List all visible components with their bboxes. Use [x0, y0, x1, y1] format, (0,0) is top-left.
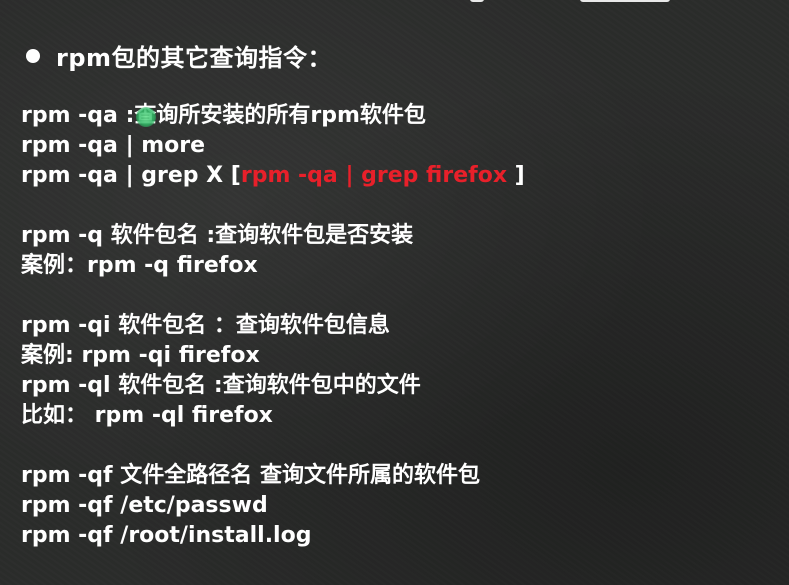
- line-rpm-qa-grep: rpm -qa | grep X [rpm -qa | grep firefox…: [21, 162, 525, 190]
- grep-example-highlight: rpm -qa | grep firefox: [240, 163, 508, 188]
- heading-row: rpm包的其它查询指令：: [26, 38, 332, 73]
- line-rpm-ql: rpm -ql 软件包名 :查询软件包中的文件: [21, 373, 421, 398]
- line-rpm-qi: rpm -qi 软件包名 ：查询软件包信息: [21, 313, 390, 338]
- line-rpm-q: rpm -q 软件包名 :查询软件包是否安装: [21, 223, 414, 248]
- grep-suffix: ]: [507, 163, 525, 188]
- line-rpm-qf-passwd: rpm -qf /etc/passwd: [21, 493, 268, 518]
- grep-prefix: rpm -qa | grep X [: [21, 163, 241, 188]
- line-rpm-q-example: 案例：rpm -q firefox: [21, 253, 258, 278]
- line-rpm-qa: rpm -qa :查询所安装的所有rpm软件包: [21, 103, 426, 128]
- line-rpm-qi-example: 案例: rpm -qi firefox: [21, 343, 260, 368]
- line-rpm-ql-example: 比如： rpm -ql firefox: [21, 403, 273, 428]
- slide-heading: rpm包的其它查询指令：: [56, 44, 333, 72]
- line-rpm-qf: rpm -qf 文件全路径名 查询文件所属的软件包: [21, 463, 480, 488]
- line-rpm-qa-more: rpm -qa | more: [21, 133, 206, 158]
- mouse-pointer-highlight: [136, 107, 156, 127]
- cropped-title-fragment: [470, 0, 680, 6]
- chalkboard-slide: rpm包的其它查询指令： rpm -qa :查询所安装的所有rpm软件包 rpm…: [0, 0, 789, 585]
- bullet-icon: [26, 48, 40, 63]
- line-rpm-qf-installlog: rpm -qf /root/install.log: [21, 523, 312, 548]
